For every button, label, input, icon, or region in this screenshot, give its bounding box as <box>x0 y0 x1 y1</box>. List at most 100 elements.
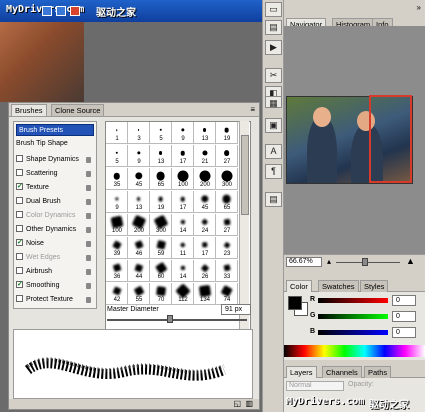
brush-preset[interactable]: 14 <box>172 260 194 282</box>
checkbox[interactable] <box>16 210 23 218</box>
checkbox[interactable] <box>16 196 23 204</box>
brush-preset[interactable]: 65 <box>150 168 172 190</box>
brush-preset[interactable]: 45 <box>194 191 216 213</box>
master-diameter-knob[interactable] <box>167 315 174 323</box>
lock-icon[interactable] <box>86 185 91 191</box>
brush-preset[interactable]: 200 <box>194 168 216 190</box>
lock-icon[interactable] <box>86 255 91 261</box>
brush-preset[interactable]: 9 <box>172 122 194 144</box>
brush-preset[interactable]: 36 <box>106 260 128 282</box>
brush-preset[interactable]: 17 <box>172 145 194 167</box>
trash-icon[interactable]: ▥ <box>245 399 253 408</box>
lock-icon[interactable] <box>86 269 91 275</box>
brush-preset[interactable]: 74 <box>216 283 238 305</box>
brush-preset[interactable]: 9 <box>106 191 128 213</box>
text-icon[interactable]: A <box>265 144 282 159</box>
brush-preset[interactable]: 70 <box>150 283 172 305</box>
tab-channels[interactable]: Channels <box>322 366 362 378</box>
master-diameter-track[interactable] <box>107 319 247 321</box>
checkbox[interactable] <box>16 266 23 274</box>
b-slider[interactable] <box>318 330 388 335</box>
scrollbar-thumb[interactable] <box>241 135 249 215</box>
checkbox[interactable]: ✓ <box>16 182 23 190</box>
lock-icon[interactable] <box>86 171 91 177</box>
brush-option-wet-edges[interactable]: Wet Edges <box>16 252 60 264</box>
close-button[interactable] <box>70 6 80 16</box>
brush-option-color-dynamics[interactable]: Color Dynamics <box>16 210 75 222</box>
brush-presets-item[interactable]: Brush Presets <box>16 124 94 136</box>
tab-paths[interactable]: Paths <box>364 366 392 378</box>
tab-layers[interactable]: Layers <box>286 366 317 378</box>
lock-icon[interactable] <box>86 241 91 247</box>
brush-preset[interactable]: 1 <box>106 122 128 144</box>
brush-option-shape-dynamics[interactable]: Shape Dynamics <box>16 154 79 166</box>
brush-preset[interactable]: 300 <box>150 214 172 236</box>
paragraph-icon[interactable]: ¶ <box>265 164 282 179</box>
brush-preset[interactable]: 13 <box>150 145 172 167</box>
brush-preset[interactable]: 55 <box>128 283 150 305</box>
navigator-proxy-box[interactable] <box>369 95 412 183</box>
brush-preset[interactable]: 35 <box>106 168 128 190</box>
g-value[interactable]: 0 <box>392 311 416 322</box>
brush-option-dual-brush[interactable]: Dual Brush <box>16 196 61 208</box>
blend-mode-select[interactable]: Normal <box>286 381 344 391</box>
tab-swatches[interactable]: Swatches <box>318 280 359 292</box>
brush-preset[interactable]: 45 <box>128 168 150 190</box>
brush-preset[interactable]: 5 <box>106 145 128 167</box>
brush-preset[interactable]: 21 <box>194 145 216 167</box>
brush-preset[interactable]: 27 <box>216 214 238 236</box>
foreground-swatch[interactable] <box>288 296 302 310</box>
brush-preset[interactable]: 39 <box>106 237 128 259</box>
brush-preset[interactable]: 26 <box>194 260 216 282</box>
brush-preset[interactable]: 300 <box>216 168 238 190</box>
brush-preset[interactable]: 60 <box>150 260 172 282</box>
b-value[interactable]: 0 <box>392 327 416 338</box>
brush-preset[interactable]: 134 <box>194 283 216 305</box>
tab-clone-source[interactable]: Clone Source <box>51 104 105 116</box>
checkbox[interactable] <box>16 252 23 260</box>
brush-preset[interactable]: 46 <box>128 237 150 259</box>
color-spectrum[interactable] <box>284 345 425 357</box>
brush-preset[interactable]: 5 <box>150 122 172 144</box>
document-canvas[interactable] <box>0 22 84 102</box>
lock-icon[interactable] <box>86 157 91 163</box>
brush-option-noise[interactable]: ✓ Noise <box>16 238 44 250</box>
r-value[interactable]: 0 <box>392 295 416 306</box>
brush-preset[interactable]: 200 <box>128 214 150 236</box>
brush-tip-shape-item[interactable]: Brush Tip Shape <box>16 138 68 150</box>
brush-preset[interactable]: 3 <box>128 122 150 144</box>
character-icon[interactable]: ▣ <box>265 118 282 133</box>
brush-preset[interactable]: 19 <box>150 191 172 213</box>
lock-icon[interactable] <box>86 227 91 233</box>
lock-icon[interactable] <box>86 297 91 303</box>
zoom-field[interactable]: 66.67% <box>286 257 322 267</box>
tab-color[interactable]: Color <box>286 280 312 292</box>
brush-preset[interactable]: 17 <box>194 237 216 259</box>
brush-preset[interactable]: 65 <box>216 191 238 213</box>
brush-preset[interactable]: 11 <box>172 237 194 259</box>
checkbox[interactable] <box>16 294 23 302</box>
checkbox[interactable] <box>16 168 23 176</box>
tools-icon[interactable]: ✂ <box>265 68 282 83</box>
lock-icon[interactable] <box>86 199 91 205</box>
r-slider[interactable] <box>318 298 388 303</box>
brush-preset-icon[interactable]: ▦ <box>265 96 282 108</box>
brush-preset[interactable]: 33 <box>216 260 238 282</box>
zoom-out-icon[interactable]: ▴ <box>327 257 331 266</box>
brush-preset[interactable]: 13 <box>128 191 150 213</box>
brush-preset[interactable]: 27 <box>216 145 238 167</box>
brush-option-protect-texture[interactable]: Protect Texture <box>16 294 73 306</box>
zoom-slider-knob[interactable] <box>362 258 368 266</box>
brush-option-scattering[interactable]: Scattering <box>16 168 58 180</box>
zoom-in-icon[interactable]: ▲ <box>406 256 415 266</box>
brush-preset[interactable]: 44 <box>128 260 150 282</box>
collapse-icon[interactable]: » <box>417 3 421 12</box>
play-icon[interactable]: ▶ <box>265 40 282 55</box>
brushes-icon[interactable]: ▭ <box>265 2 282 17</box>
brush-preset[interactable]: 14 <box>172 214 194 236</box>
new-brush-icon[interactable]: ◱ <box>233 399 241 408</box>
brush-option-other-dynamics[interactable]: Other Dynamics <box>16 224 76 236</box>
maximize-button[interactable] <box>56 6 66 16</box>
brush-preset[interactable]: 112 <box>172 283 194 305</box>
checkbox[interactable]: ✓ <box>16 238 23 246</box>
